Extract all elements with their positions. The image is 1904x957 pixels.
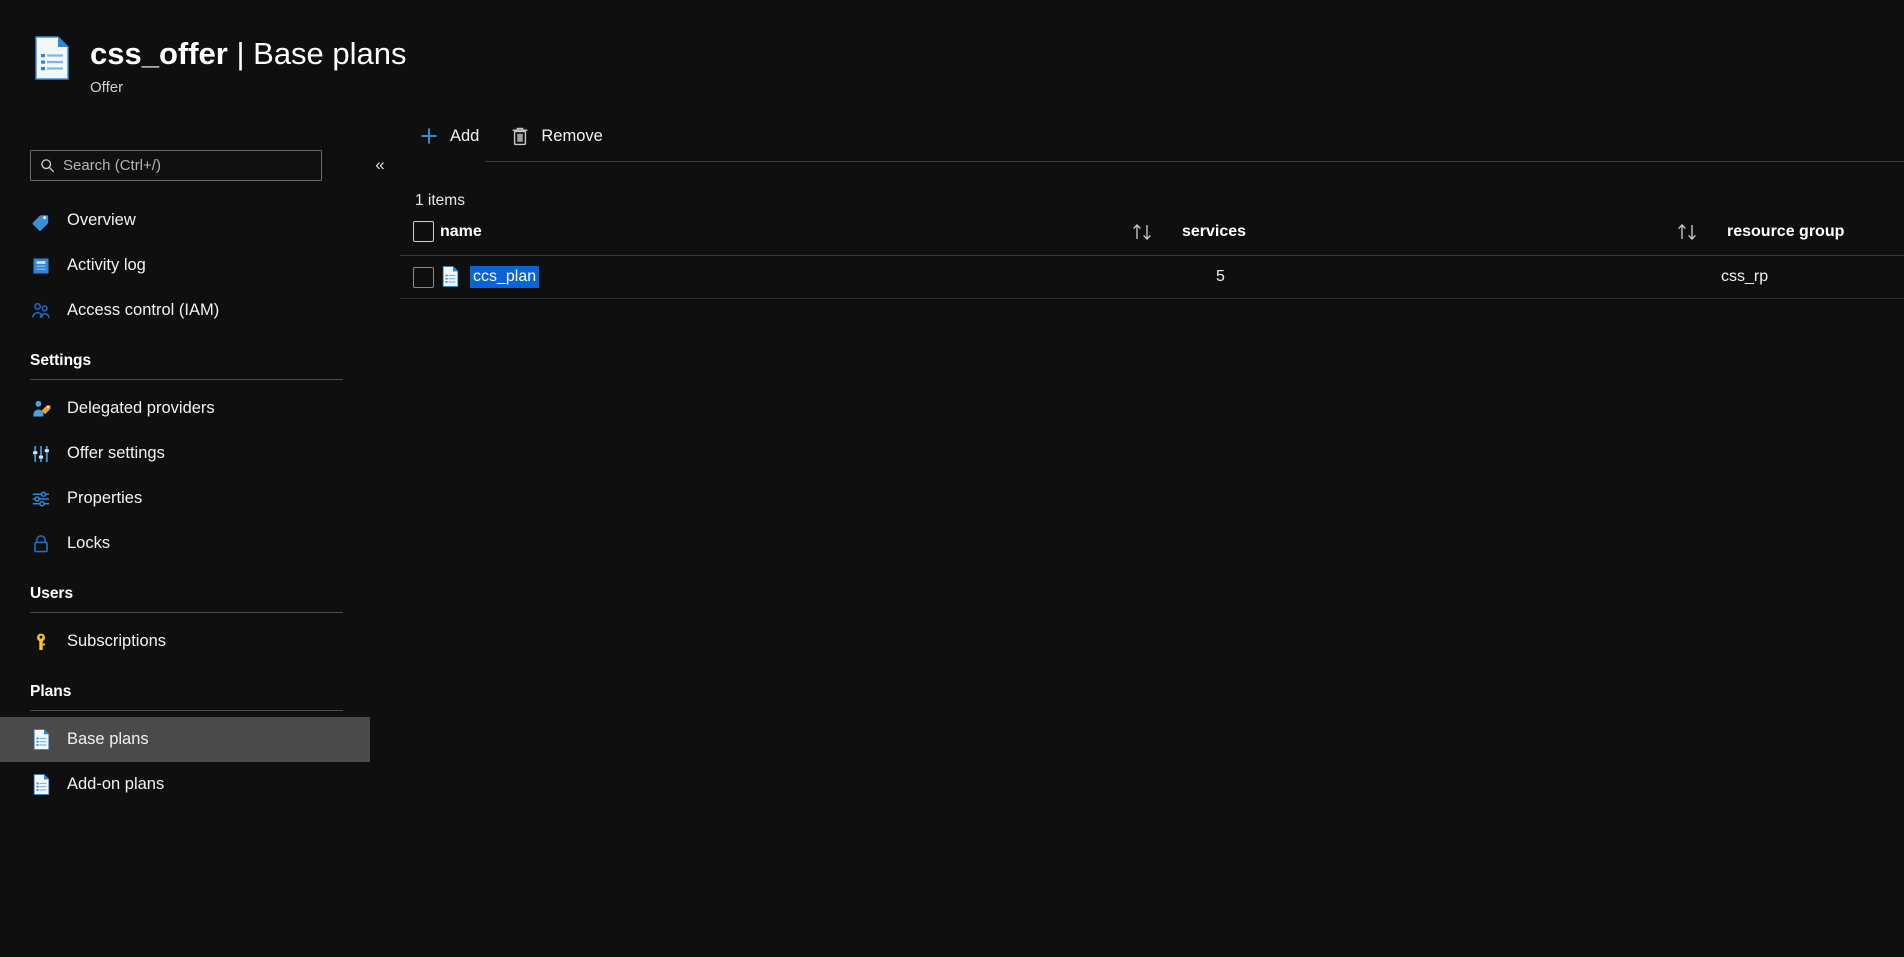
delegated-providers-icon — [30, 398, 52, 420]
sidebar-item-label: Add-on plans — [67, 775, 164, 794]
search-icon — [40, 158, 55, 173]
plan-document-icon — [30, 774, 52, 796]
items-count-label: 1 items — [400, 162, 1904, 210]
plus-icon — [418, 125, 440, 147]
azure-portal-blade: css_offer | Base plans Offer « — [0, 0, 1904, 957]
sidebar-group-users: Users — [0, 585, 400, 613]
group-divider — [30, 379, 343, 380]
table-row[interactable]: ccs_plan 5 css_rp — [400, 256, 1904, 299]
row-checkbox[interactable] — [413, 267, 434, 288]
sidebar-item-delegated-providers[interactable]: Delegated providers — [0, 386, 400, 431]
access-control-icon — [30, 300, 52, 322]
page-title: css_offer | Base plans — [90, 36, 407, 72]
add-button-label: Add — [450, 127, 479, 146]
plan-document-icon — [30, 729, 52, 751]
sidebar-search-row: « — [30, 148, 386, 182]
sidebar-item-label: Offer settings — [67, 444, 165, 463]
remove-button-label: Remove — [541, 127, 602, 146]
plan-document-icon — [440, 265, 461, 289]
row-services-cell: 5 — [1130, 256, 1675, 299]
remove-button[interactable]: Remove — [499, 118, 612, 154]
sidebar-item-label: Delegated providers — [67, 399, 215, 418]
sort-arrows-icon[interactable] — [1675, 222, 1701, 242]
sidebar-group-title: Settings — [30, 352, 400, 370]
sidebar-item-label: Properties — [67, 489, 142, 508]
sidebar-item-label: Access control (IAM) — [67, 301, 219, 320]
column-header-name[interactable]: name — [440, 221, 1130, 256]
offer-document-icon — [30, 34, 74, 82]
column-header-resource-group-label: resource group — [1727, 223, 1844, 241]
column-header-name-label: name — [440, 223, 482, 240]
key-icon — [30, 631, 52, 653]
table-header-row: name — [400, 221, 1904, 256]
sidebar-item-add-on-plans[interactable]: Add-on plans — [0, 762, 400, 807]
title-separator: | — [228, 36, 253, 71]
group-divider — [30, 612, 343, 613]
command-toolbar: Add Remove — [400, 110, 1904, 162]
select-all-header — [400, 221, 440, 256]
sidebar-item-label: Base plans — [67, 730, 149, 749]
search-input[interactable] — [63, 157, 298, 174]
chevron-double-left-icon[interactable]: « — [365, 150, 395, 178]
main-content: Add Remove 1 items — [400, 110, 1904, 957]
sidebar-item-subscriptions[interactable]: Subscriptions — [0, 619, 400, 664]
sidebar-group-title: Users — [30, 585, 400, 603]
row-resource-group-cell: css_rp — [1675, 256, 1904, 299]
sliders-horizontal-icon — [30, 488, 52, 510]
sidebar-item-label: Overview — [67, 211, 136, 230]
sidebar-item-label: Subscriptions — [67, 632, 166, 651]
page-header: css_offer | Base plans Offer — [30, 34, 407, 96]
column-header-services[interactable]: services — [1130, 221, 1675, 256]
sidebar-nav: Overview Activity log — [0, 198, 400, 807]
sort-arrows-icon[interactable] — [1130, 222, 1156, 242]
sidebar-group-plans: Plans — [0, 683, 400, 711]
row-select-cell — [400, 256, 440, 299]
column-header-services-label: services — [1182, 223, 1246, 241]
tag-icon — [30, 210, 52, 232]
sidebar: « Overview — [0, 148, 400, 957]
sidebar-item-label: Locks — [67, 534, 110, 553]
sidebar-item-offer-settings[interactable]: Offer settings — [0, 431, 400, 476]
group-divider — [30, 710, 343, 711]
sidebar-item-activity-log[interactable]: Activity log — [0, 243, 400, 288]
row-name-cell: ccs_plan — [440, 256, 1130, 299]
sliders-vertical-icon — [30, 443, 52, 465]
sidebar-item-base-plans[interactable]: Base plans — [0, 717, 370, 762]
sidebar-item-label: Activity log — [67, 256, 146, 275]
trash-icon — [509, 125, 531, 147]
sidebar-item-locks[interactable]: Locks — [0, 521, 400, 566]
sidebar-item-access-control[interactable]: Access control (IAM) — [0, 288, 400, 333]
sidebar-item-properties[interactable]: Properties — [0, 476, 400, 521]
page-section-name: Base plans — [253, 36, 406, 71]
sidebar-item-overview[interactable]: Overview — [0, 198, 400, 243]
add-button[interactable]: Add — [408, 118, 489, 154]
base-plans-table: name — [400, 221, 1904, 299]
page-subtitle: Offer — [90, 79, 407, 96]
column-header-resource-group[interactable]: resource group — [1675, 221, 1904, 256]
activity-log-icon — [30, 255, 52, 277]
sidebar-group-settings: Settings — [0, 352, 400, 380]
sidebar-group-title: Plans — [30, 683, 400, 701]
resource-name: css_offer — [90, 36, 228, 71]
plan-name-link[interactable]: ccs_plan — [470, 266, 539, 288]
search-box[interactable] — [30, 150, 322, 181]
select-all-checkbox[interactable] — [413, 221, 434, 242]
lock-icon — [30, 533, 52, 555]
plans-list-panel: 1 items name — [400, 162, 1904, 299]
